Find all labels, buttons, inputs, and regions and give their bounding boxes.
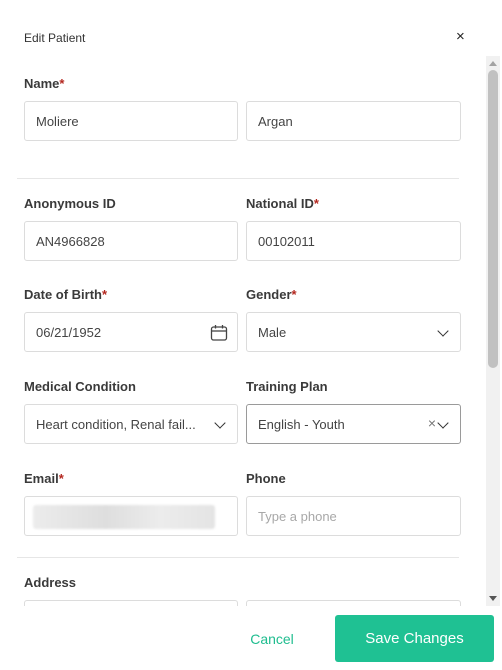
redacted-email: [33, 505, 215, 529]
national-id-input[interactable]: 00102011: [246, 221, 461, 261]
address-line2-input[interactable]: [246, 600, 461, 606]
close-icon[interactable]: ×: [456, 29, 465, 45]
required-marker: *: [313, 196, 319, 211]
required-marker: *: [58, 471, 64, 486]
gender-select[interactable]: Male: [246, 312, 461, 352]
anonymous-id-input[interactable]: AN4966828: [24, 221, 238, 261]
save-changes-button[interactable]: Save Changes: [335, 615, 494, 662]
phone-label: Phone: [246, 471, 286, 486]
address-line1-input[interactable]: [24, 600, 238, 606]
last-name-input[interactable]: Argan: [246, 101, 461, 141]
divider: [17, 557, 459, 558]
national-id-label: National ID*: [246, 196, 319, 211]
medical-condition-select[interactable]: Heart condition, Renal fail...: [24, 404, 238, 444]
scroll-thumb[interactable]: [488, 70, 498, 368]
dob-label: Date of Birth*: [24, 287, 108, 302]
chevron-down-icon: [437, 325, 449, 337]
address-label: Address: [24, 575, 77, 590]
required-marker: *: [59, 76, 65, 91]
clear-icon[interactable]: ×: [428, 415, 436, 431]
medical-condition-label: Medical Condition: [24, 379, 136, 394]
gender-label: Gender*: [246, 287, 297, 302]
name-label: Name*: [24, 76, 65, 91]
required-marker: *: [102, 287, 108, 302]
training-plan-label: Training Plan: [246, 379, 328, 394]
anonymous-id-label: Anonymous ID: [24, 196, 116, 211]
email-label: Email*: [24, 471, 64, 486]
chevron-down-icon: [214, 417, 226, 429]
dob-input[interactable]: 06/21/1952: [24, 312, 238, 352]
cancel-button[interactable]: Cancel: [236, 626, 308, 652]
scrollbar[interactable]: [486, 56, 500, 606]
training-plan-select[interactable]: English - Youth ×: [246, 404, 461, 444]
divider: [17, 178, 459, 179]
scroll-down-icon[interactable]: [489, 596, 497, 601]
email-input[interactable]: [24, 496, 238, 536]
chevron-down-icon: [437, 417, 449, 429]
dialog-title: Edit Patient: [24, 31, 86, 45]
first-name-input[interactable]: Moliere: [24, 101, 238, 141]
required-marker: *: [291, 287, 297, 302]
calendar-icon[interactable]: [210, 324, 228, 342]
form-scroll-area[interactable]: Name* Moliere Argan Anonymous ID AN49668…: [0, 56, 486, 606]
phone-input[interactable]: Type a phone: [246, 496, 461, 536]
scroll-up-icon[interactable]: [489, 61, 497, 66]
